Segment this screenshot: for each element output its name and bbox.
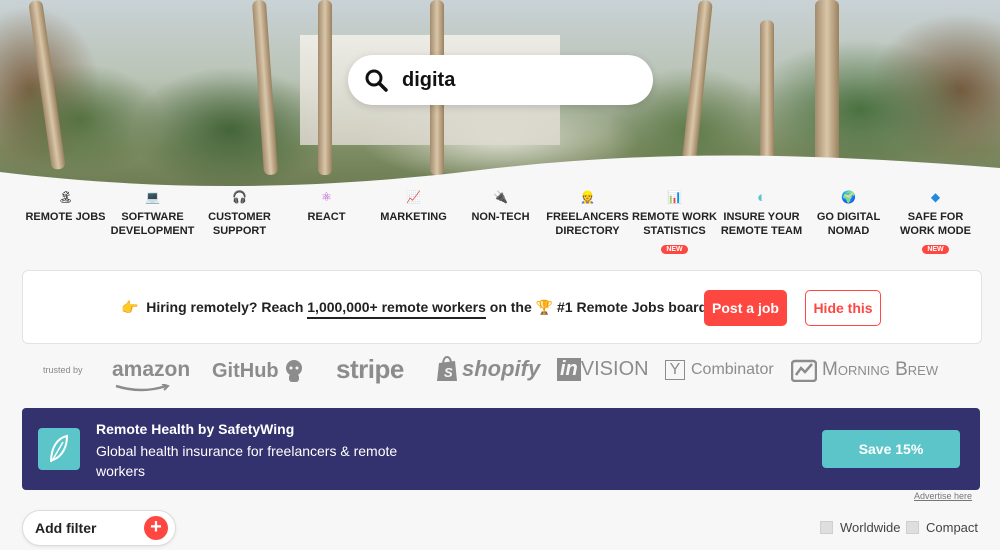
octocat-icon (285, 360, 302, 382)
palm-trunk (815, 0, 839, 175)
category-label: FREELANCERS DIRECTORY (546, 211, 629, 237)
react-icon: ⚛ (321, 190, 332, 204)
compact-checkbox[interactable]: Compact (906, 520, 978, 535)
advertise-link[interactable]: Advertise here (914, 491, 972, 501)
category-freelancers-directory[interactable]: 👷 FREELANCERS DIRECTORY (544, 184, 631, 256)
ad-title: Remote Health by SafetyWing (96, 421, 295, 437)
amazon-smile-icon (115, 384, 170, 392)
invision-logo: in VISION (557, 358, 649, 381)
headphones-icon: 🎧 (232, 190, 247, 204)
new-badge: NEW (922, 245, 949, 254)
trusted-by-strip: trusted by amazon GitHub stripe S shopif… (0, 350, 1000, 392)
palm-trunk (681, 0, 713, 171)
category-label: MARKETING (380, 211, 447, 223)
hiring-text: 👉 Hiring remotely? Reach 1,000,000+ remo… (121, 299, 707, 319)
search-bar[interactable] (348, 55, 653, 105)
category-label: CUSTOMER SUPPORT (208, 211, 271, 237)
palm-trunk (760, 20, 774, 170)
category-label: REACT (307, 211, 346, 223)
category-nav: 🏝 REMOTE JOBS 💻 SOFTWARE DEVELOPMENT 🎧 CU… (22, 184, 980, 256)
worldwide-label: Worldwide (840, 520, 901, 535)
amazon-logo: amazon (112, 358, 191, 381)
checkbox-box (820, 521, 833, 534)
feather-icon (38, 428, 80, 470)
pointing-hand-icon: 👉 (121, 299, 139, 315)
coffee-cup-icon (791, 359, 817, 382)
category-insure-your-remote-team[interactable]: ◐ INSURE YOUR REMOTE TEAM (718, 184, 805, 256)
category-label: INSURE YOUR REMOTE TEAM (720, 211, 803, 237)
ycombinator-logo: Y Combinator (665, 360, 774, 380)
ad-subtitle: Global health insurance for freelancers … (96, 443, 398, 479)
plug-icon: 🔌 (493, 190, 508, 204)
compact-label: Compact (926, 520, 979, 535)
category-customer-support[interactable]: 🎧 CUSTOMER SUPPORT (196, 184, 283, 256)
add-filter-label: Add filter (35, 520, 97, 536)
category-software-development[interactable]: 💻 SOFTWARE DEVELOPMENT (109, 184, 196, 256)
category-non-tech[interactable]: 🔌 NON-TECH (457, 184, 544, 256)
hiring-highlight[interactable]: 1,000,000+ remote workers (307, 299, 486, 319)
safetywing-ad[interactable]: Remote Health by SafetyWing Global healt… (22, 408, 980, 490)
insurance-icon: ◐ (756, 188, 767, 206)
stripe-logo: stripe (336, 354, 404, 384)
category-label: REMOTE WORK STATISTICS (632, 211, 717, 237)
laptop-icon: 💻 (145, 190, 160, 204)
shopify-logo: S shopify (436, 356, 540, 382)
shopify-bag-icon: S (437, 356, 457, 381)
checkbox-box (906, 521, 919, 534)
category-label: REMOTE JOBS (25, 211, 106, 223)
hide-banner-button[interactable]: Hide this (805, 290, 881, 326)
vscode-icon: ◆ (930, 190, 941, 204)
save-discount-button[interactable]: Save 15% (822, 430, 960, 468)
search-input[interactable] (400, 67, 624, 93)
add-filter-button[interactable]: Add filter + (22, 510, 176, 546)
post-job-button[interactable]: Post a job (704, 290, 787, 326)
bar-chart-icon: 📊 (667, 190, 682, 204)
category-label: GO DIGITAL NOMAD (816, 211, 881, 237)
morning-brew-logo: Morning Brew (791, 358, 938, 382)
category-remote-work-statistics[interactable]: 📊 REMOTE WORK STATISTICS NEW (631, 184, 718, 256)
trusted-by-label: trusted by (43, 365, 83, 375)
new-badge: NEW (661, 245, 688, 254)
plus-icon: + (144, 516, 168, 540)
hiring-banner: 👉 Hiring remotely? Reach 1,000,000+ remo… (22, 270, 982, 344)
palm-trunk (251, 0, 279, 176)
search-icon (365, 69, 388, 92)
github-logo: GitHub (212, 359, 305, 383)
category-label: SAFE FOR WORK MODE (900, 211, 971, 237)
palm-trunk (318, 0, 332, 175)
category-react[interactable]: ⚛ REACT (283, 184, 370, 256)
svg-text:S: S (444, 365, 453, 380)
yc-mark: Y (665, 360, 685, 380)
category-go-digital-nomad[interactable]: 🌍 GO DIGITAL NOMAD (805, 184, 892, 256)
category-marketing[interactable]: 📈 MARKETING (370, 184, 457, 256)
chart-icon: 📈 (406, 190, 421, 204)
category-label: SOFTWARE DEVELOPMENT (110, 211, 195, 237)
globe-icon: 🌍 (841, 190, 856, 204)
category-label: NON-TECH (471, 211, 530, 223)
category-safe-for-work-mode[interactable]: ◆ SAFE FOR WORK MODE NEW (892, 184, 979, 256)
worker-icon: 👷 (580, 190, 595, 204)
palm-trunk (28, 0, 66, 171)
trophy-icon: 🏆 (535, 299, 554, 315)
category-remote-jobs[interactable]: 🏝 REMOTE JOBS (22, 184, 109, 256)
island-icon: 🏝 (57, 190, 74, 204)
worldwide-checkbox[interactable]: Worldwide (820, 520, 900, 535)
